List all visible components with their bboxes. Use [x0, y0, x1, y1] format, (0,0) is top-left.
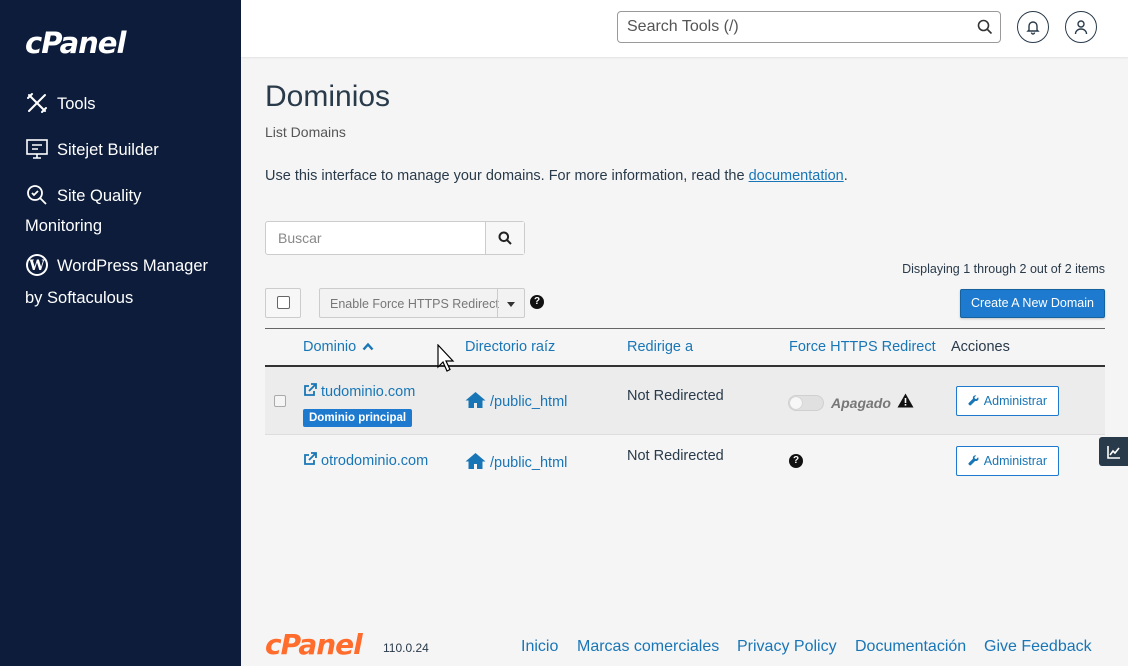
sort-ascending-icon [362, 342, 374, 351]
manage-domain-button[interactable]: Administrar [956, 446, 1059, 476]
intro-text-end: . [843, 168, 848, 184]
help-icon[interactable]: ? [530, 295, 544, 309]
search-tools-box[interactable] [617, 11, 1001, 43]
row-checkbox[interactable] [274, 395, 286, 407]
monitor-icon [25, 137, 49, 161]
manage-domain-label: Administrar [983, 394, 1047, 408]
column-header-redirect[interactable]: Redirige a [627, 339, 693, 355]
external-link-icon [304, 383, 317, 396]
help-icon[interactable]: ? [789, 454, 803, 468]
domain-name: otrodominio.com [321, 453, 429, 469]
sidebar-item-tools[interactable]: Tools [25, 89, 96, 119]
domain-name: tudominio.com [321, 384, 416, 400]
table-row: tudominio.com Dominio principal /public_… [265, 367, 1105, 435]
footer-link-trademarks[interactable]: Marcas comerciales [577, 638, 719, 656]
sidebar: cPanel Tools Sitejet Builder Site Qualit… [0, 0, 241, 666]
cpanel-logo[interactable]: cPanel [25, 26, 126, 60]
sidebar-item-wordpress-line2[interactable]: by Softaculous [25, 283, 133, 313]
https-status-label: Apagado [831, 395, 891, 411]
search-icon [498, 231, 512, 245]
footer-cpanel-logo[interactable]: cPanel [265, 628, 363, 661]
external-link-icon [304, 452, 317, 465]
domain-link[interactable]: otrodominio.com [303, 452, 428, 469]
footer-link-privacy[interactable]: Privacy Policy [737, 638, 837, 656]
sidebar-item-site-quality-line2[interactable]: Monitoring [25, 211, 102, 241]
notifications-button[interactable] [1017, 11, 1049, 43]
warning-icon[interactable] [897, 393, 914, 408]
footer-link-documentation[interactable]: Documentación [855, 638, 966, 656]
sidebar-item-label: Monitoring [25, 217, 103, 235]
site-quality-icon [25, 183, 49, 207]
home-icon [465, 392, 486, 408]
chevron-down-icon[interactable] [497, 289, 524, 317]
domain-search-button[interactable] [485, 222, 524, 254]
sidebar-item-label: Sitejet Builder [57, 141, 159, 159]
column-header-https[interactable]: Force HTTPS Redirect [789, 339, 936, 355]
column-header-domain[interactable]: Dominio [303, 339, 374, 355]
sidebar-item-label: by Softaculous [25, 289, 134, 307]
sidebar-item-label: WordPress Manager [57, 257, 209, 275]
create-domain-button[interactable]: Create A New Domain [960, 289, 1105, 318]
sidebar-item-site-quality[interactable]: Site Quality [25, 181, 141, 211]
table-top-divider [265, 328, 1105, 329]
footer-version: 110.0.24 [383, 641, 429, 655]
sidebar-item-label: Tools [57, 95, 96, 113]
domain-link[interactable]: tudominio.com [303, 383, 415, 400]
primary-domain-badge: Dominio principal [303, 409, 413, 427]
documentation-link[interactable]: documentation [749, 168, 844, 184]
redirect-value: Not Redirected [627, 388, 724, 404]
top-bar [241, 0, 1128, 57]
user-menu-button[interactable] [1065, 11, 1097, 43]
sidebar-item-sitejet[interactable]: Sitejet Builder [25, 135, 159, 165]
root-directory-link[interactable]: /public_html [465, 391, 567, 410]
column-header-domain-label: Dominio [303, 339, 357, 355]
wrench-icon [968, 455, 979, 466]
table-row: otrodominio.com /public_html Not Redirec… [265, 436, 1105, 486]
enable-https-redirect-button[interactable]: Enable Force HTTPS Redirect [319, 288, 525, 318]
tools-icon [25, 91, 49, 115]
enable-https-redirect-label: Enable Force HTTPS Redirect [330, 297, 499, 311]
https-redirect-toggle[interactable] [788, 395, 824, 411]
sidebar-item-label: Site Quality [57, 187, 142, 205]
domain-search-input[interactable] [266, 222, 486, 254]
page-title: Dominios [265, 80, 391, 113]
root-directory-path: /public_html [490, 455, 568, 471]
sidebar-item-wordpress[interactable]: W WordPress Manager [25, 251, 208, 281]
column-header-actions: Acciones [951, 339, 1010, 355]
user-icon [1074, 20, 1088, 35]
home-icon [465, 453, 486, 469]
intro-text-body: Use this interface to manage your domain… [265, 168, 745, 184]
column-header-root[interactable]: Directorio raíz [465, 339, 555, 355]
checkbox-box[interactable] [277, 296, 290, 309]
select-all-checkbox[interactable] [265, 288, 301, 318]
bell-icon [1026, 21, 1040, 35]
line-chart-icon [1107, 446, 1120, 459]
manage-domain-label: Administrar [983, 454, 1047, 468]
intro-text: Use this interface to manage your domain… [265, 168, 848, 184]
analytics-tab[interactable] [1099, 437, 1128, 466]
domain-search-box [265, 221, 525, 255]
footer-link-home[interactable]: Inicio [521, 638, 558, 656]
mouse-cursor-icon [437, 344, 455, 372]
redirect-value: Not Redirected [627, 448, 724, 464]
root-directory-path: /public_html [490, 394, 568, 410]
svg-text:W: W [28, 258, 45, 274]
root-directory-link[interactable]: /public_html [465, 452, 567, 471]
wrench-icon [968, 395, 979, 406]
pagination-summary: Displaying 1 through 2 out of 2 items [902, 262, 1105, 276]
manage-domain-button[interactable]: Administrar [956, 386, 1059, 416]
search-tools-input[interactable] [618, 12, 958, 42]
search-icon[interactable] [977, 19, 993, 35]
page-subtitle: List Domains [265, 124, 346, 140]
footer-link-feedback[interactable]: Give Feedback [984, 638, 1092, 656]
wordpress-icon: W [25, 253, 49, 277]
